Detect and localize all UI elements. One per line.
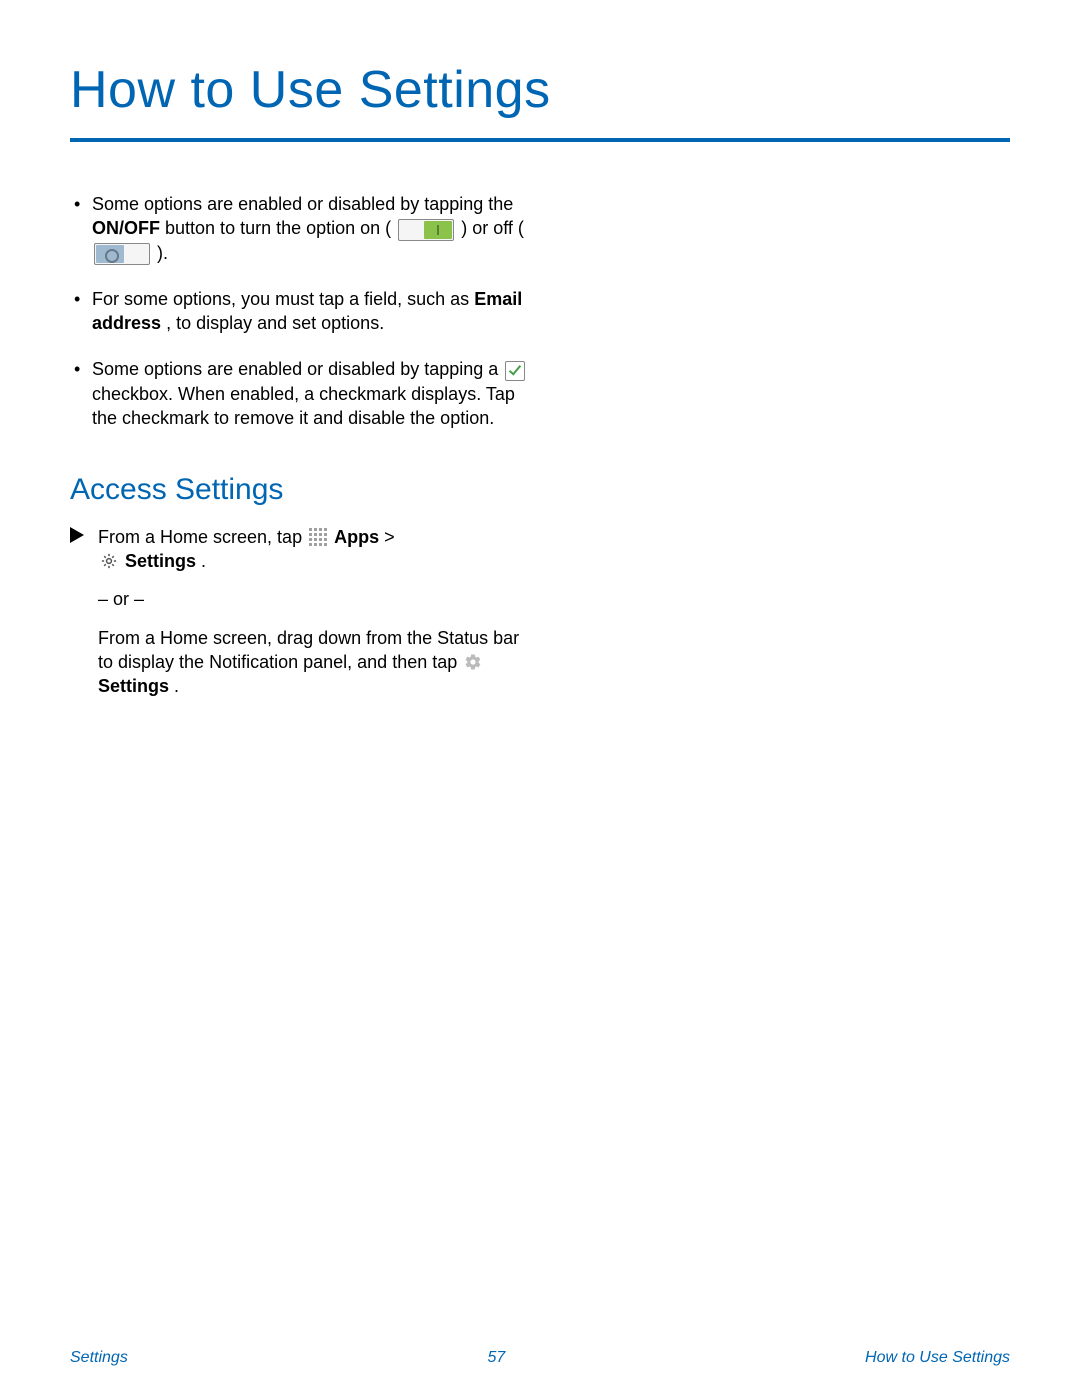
page-title: How to Use Settings [70,60,1010,142]
step-or: – or – [98,587,530,611]
text: For some options, you must tap a field, … [92,289,474,309]
gear-icon [100,552,118,570]
period: . [174,676,179,696]
toggle-off-icon [94,243,150,265]
bullet-field: For some options, you must tap a field, … [70,287,530,336]
content-column: Some options are enabled or disabled by … [70,192,530,699]
text: From a Home screen, tap [98,527,307,547]
step-block: From a Home screen, tap Apps > Settings … [70,525,530,699]
step-line-2: From a Home screen, drag down from the S… [98,626,530,699]
footer-left: Settings [70,1349,128,1367]
text: , to display and set options. [166,313,384,333]
text: Some options are enabled or disabled by … [92,359,503,379]
text: From a Home screen, drag down from the S… [98,628,519,672]
text: checkbox. When enabled, a checkmark disp… [92,384,515,428]
bullet-onoff: Some options are enabled or disabled by … [70,192,530,265]
apps-label: Apps [334,527,379,547]
period: . [201,551,206,571]
text: ) or off ( [461,218,524,238]
page-footer: Settings 57 How to Use Settings [0,1349,1080,1367]
step-line-1: From a Home screen, tap Apps > Settings … [98,525,530,574]
text: ). [157,243,168,263]
text: button to turn the option on ( [165,218,396,238]
footer-page-number: 57 [488,1349,506,1367]
toggle-on-icon [398,219,454,241]
bullet-checkbox: Some options are enabled or disabled by … [70,357,530,430]
onoff-label: ON/OFF [92,218,160,238]
gt: > [384,527,395,547]
gear-icon [464,653,482,671]
footer-right: How to Use Settings [865,1349,1010,1367]
text: Some options are enabled or disabled by … [92,194,513,214]
settings-label: Settings [125,551,196,571]
checkbox-icon [505,361,525,381]
section-heading-access-settings: Access Settings [70,470,530,511]
step-arrow-icon [70,527,84,543]
page: How to Use Settings Some options are ena… [0,0,1080,1397]
bullet-list: Some options are enabled or disabled by … [70,192,530,430]
apps-icon [309,528,327,546]
settings-label: Settings [98,676,169,696]
